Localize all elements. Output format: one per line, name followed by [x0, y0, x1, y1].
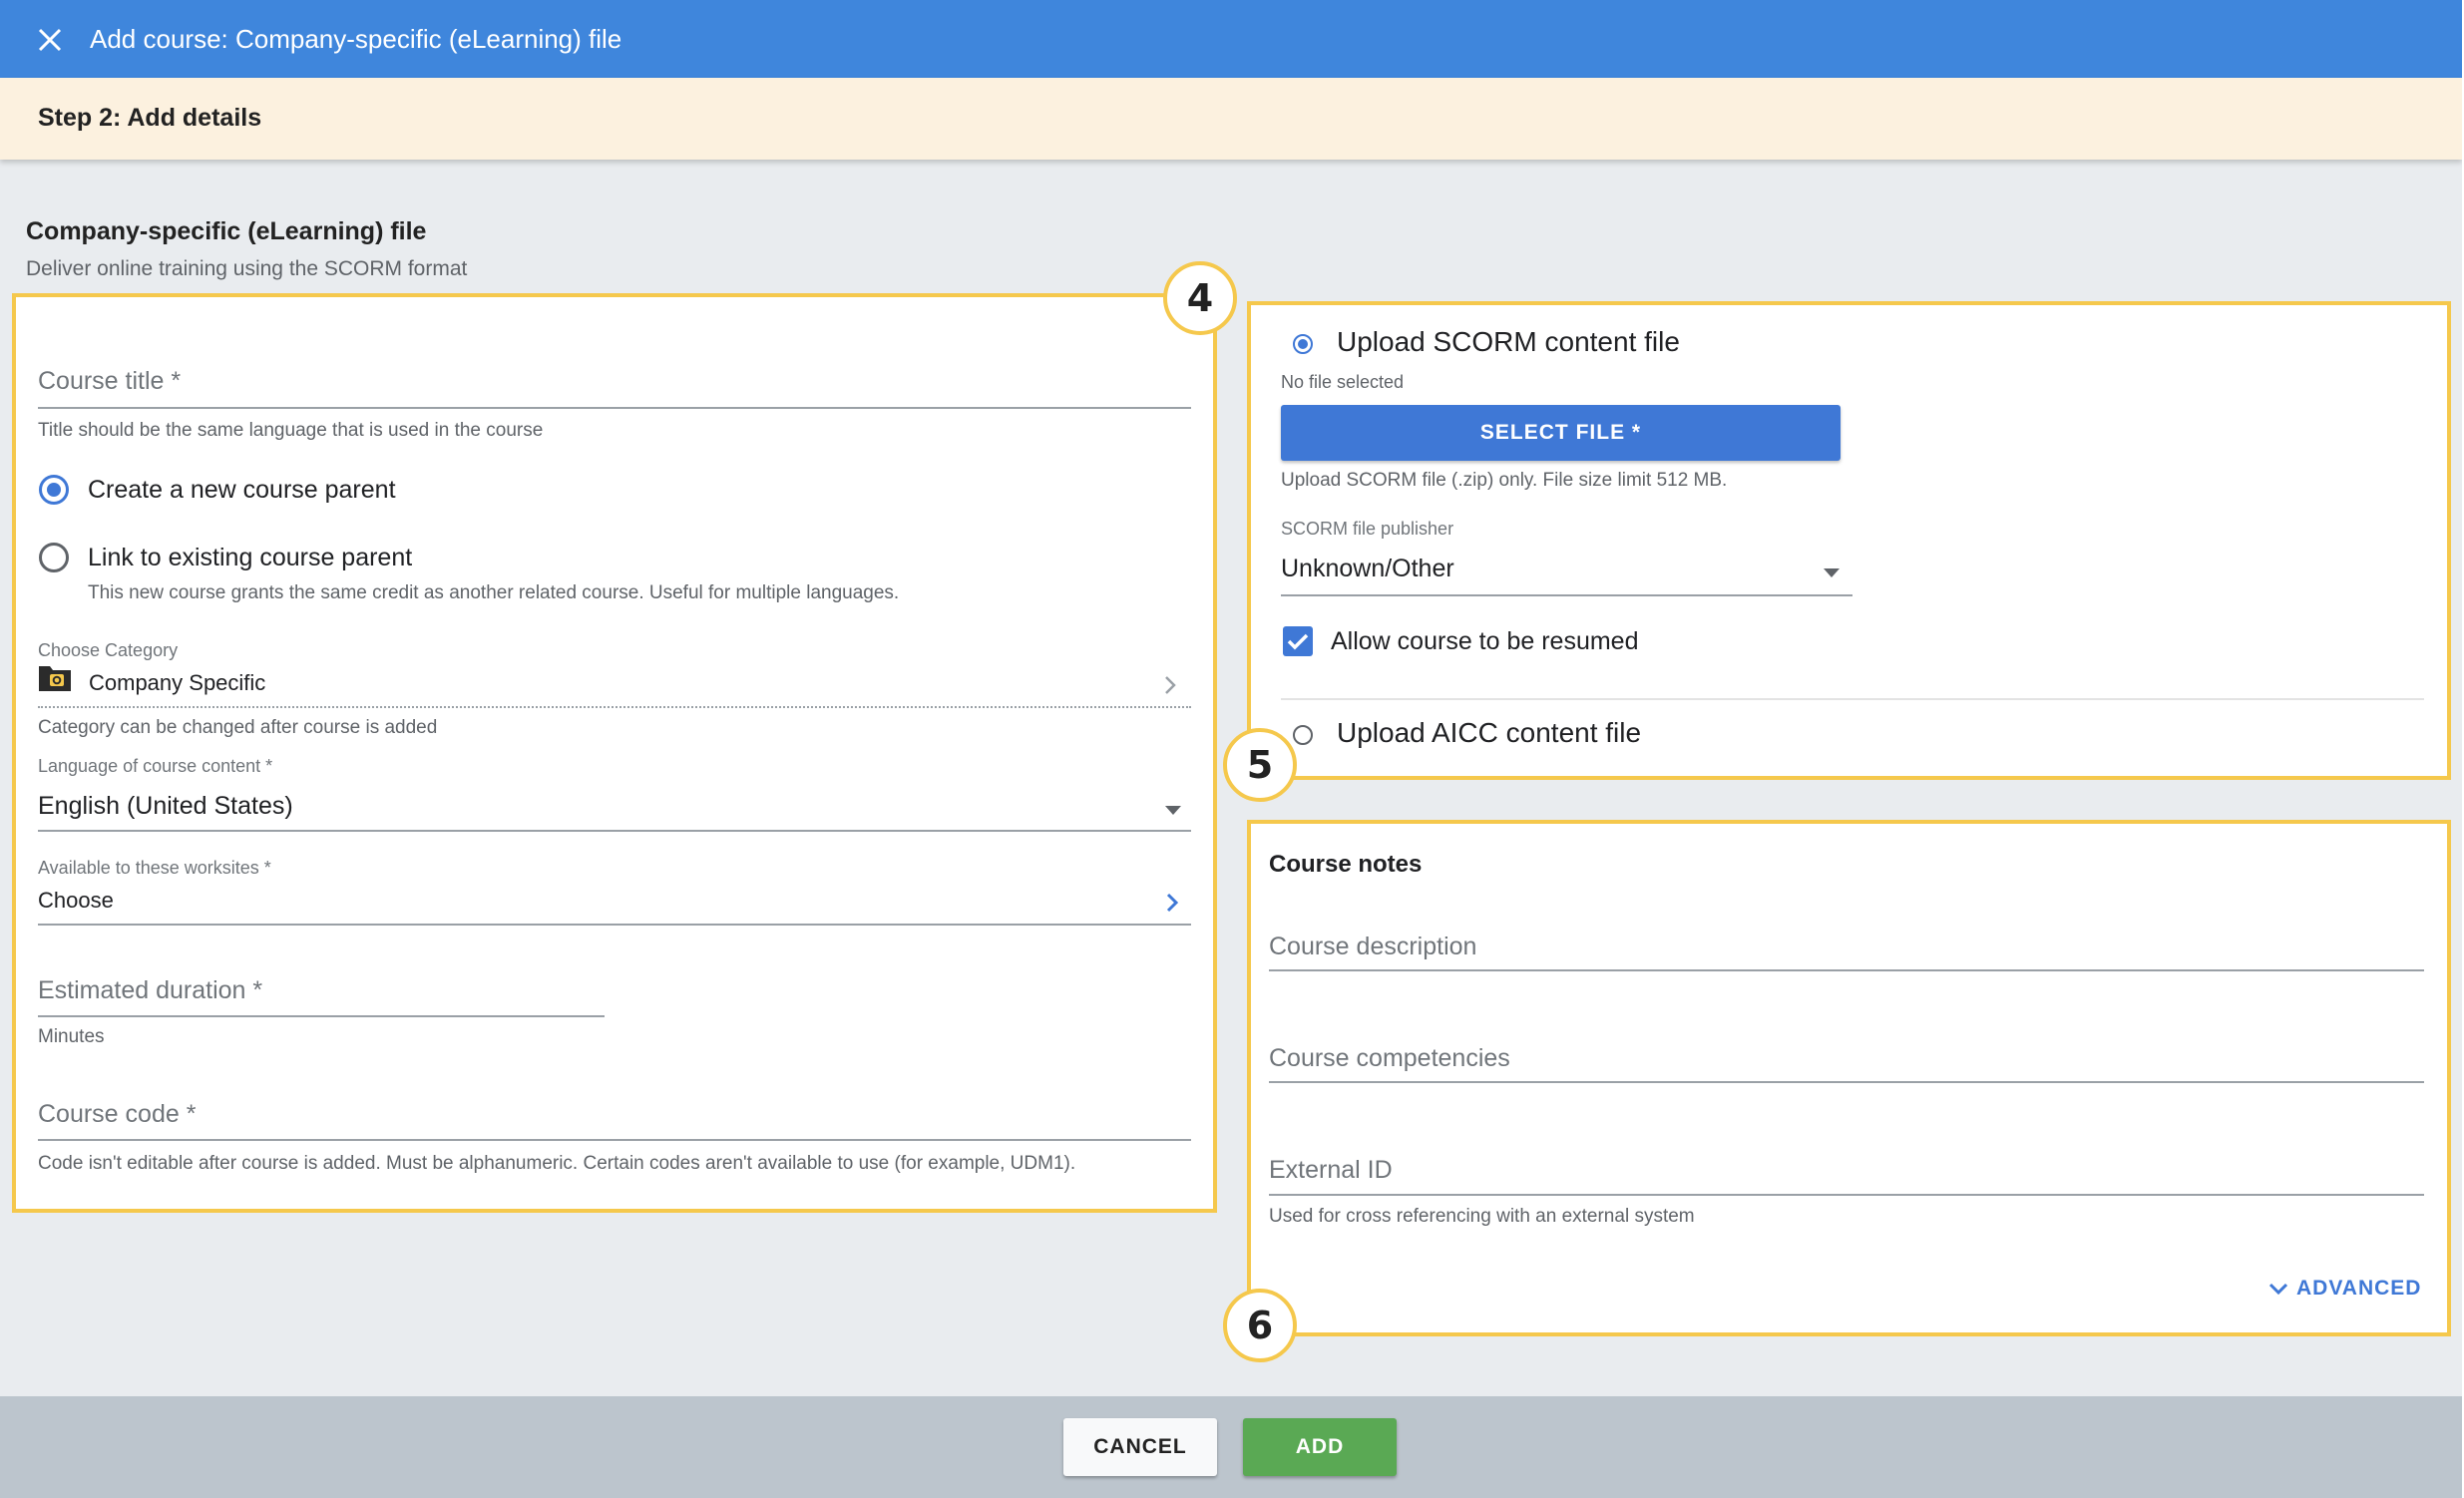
course-notes-card [1247, 820, 2451, 1336]
resume-label: Allow course to be resumed [1331, 627, 1639, 655]
publisher-underline [1281, 594, 1852, 596]
worksites-label: Available to these worksites * [38, 858, 271, 878]
create-parent-label: Create a new course parent [88, 476, 396, 504]
worksites-underline [38, 924, 1191, 926]
description-field[interactable]: Course description [1269, 933, 1476, 961]
resume-checkbox[interactable] [1283, 626, 1313, 656]
category-value[interactable]: Company Specific [89, 670, 265, 696]
course-title-underline [38, 407, 1191, 409]
check-icon [1287, 633, 1309, 650]
course-code-field[interactable]: Course code * [38, 1100, 196, 1129]
course-title-hint: Title should be the same language that i… [38, 420, 544, 441]
link-parent-label: Link to existing course parent [88, 544, 413, 571]
aicc-label: Upload AICC content file [1337, 717, 1642, 748]
dropdown-arrow-icon[interactable] [1165, 803, 1181, 821]
scorm-label: Upload SCORM content file [1337, 326, 1680, 357]
competencies-underline [1269, 1081, 2424, 1083]
upload-card [1247, 301, 2451, 780]
dialog-title: Add course: Company-specific (eLearning)… [90, 24, 622, 54]
callout-badge-6: 6 [1223, 1289, 1297, 1362]
advanced-label: ADVANCED [2296, 1277, 2422, 1300]
duration-underline [38, 1015, 605, 1017]
course-code-underline [38, 1139, 1191, 1141]
create-parent-radio[interactable] [39, 475, 69, 505]
page-subtitle: Deliver online training using the SCORM … [26, 257, 468, 280]
course-code-hint: Code isn't editable after course is adde… [38, 1153, 1076, 1174]
worksites-value[interactable]: Choose [38, 888, 114, 914]
link-parent-hint: This new course grants the same credit a… [88, 582, 900, 603]
chevron-right-icon[interactable] [1163, 674, 1177, 701]
scorm-radio[interactable] [1293, 334, 1313, 354]
close-icon [38, 28, 62, 52]
advanced-toggle[interactable]: ADVANCED [2268, 1277, 2421, 1301]
publisher-label: SCORM file publisher [1281, 519, 1454, 539]
callout-badge-4: 4 [1163, 261, 1237, 335]
external-id-underline [1269, 1194, 2424, 1196]
category-hint: Category can be changed after course is … [38, 717, 438, 738]
category-underline [38, 706, 1191, 708]
page-title: Company-specific (eLearning) file [26, 217, 427, 245]
chevron-right-icon[interactable] [1165, 892, 1179, 919]
folder-icon [38, 662, 72, 692]
external-id-field[interactable]: External ID [1269, 1156, 1393, 1185]
dropdown-arrow-icon[interactable] [1824, 565, 1840, 583]
cancel-button[interactable]: CANCEL [1063, 1418, 1217, 1476]
chevron-down-icon [2268, 1283, 2288, 1296]
language-select[interactable]: English (United States) [38, 792, 293, 821]
file-hint: Upload SCORM file (.zip) only. File size… [1281, 470, 1728, 491]
duration-field[interactable]: Estimated duration * [38, 976, 262, 1005]
notes-title: Course notes [1269, 851, 1423, 878]
close-button[interactable] [30, 20, 70, 60]
select-file-button[interactable]: SELECT FILE * [1281, 405, 1841, 461]
step-bar: Step 2: Add details [0, 78, 2462, 160]
duration-hint: Minutes [38, 1026, 105, 1047]
step-title: Step 2: Add details [38, 104, 262, 132]
course-title-field[interactable]: Course title * [38, 367, 181, 396]
competencies-field[interactable]: Course competencies [1269, 1044, 1510, 1073]
language-underline [38, 830, 1191, 832]
upload-divider [1281, 698, 2424, 700]
add-button[interactable]: ADD [1243, 1418, 1397, 1476]
category-label: Choose Category [38, 640, 179, 660]
aicc-radio[interactable] [1293, 725, 1313, 745]
language-label: Language of course content * [38, 756, 273, 776]
publisher-select[interactable]: Unknown/Other [1281, 555, 1454, 583]
dialog-footer [0, 1396, 2462, 1498]
callout-badge-5: 5 [1223, 728, 1297, 802]
file-status: No file selected [1281, 372, 1405, 392]
external-id-hint: Used for cross referencing with an exter… [1269, 1206, 1695, 1227]
link-parent-radio[interactable] [39, 543, 69, 572]
dialog-header: Add course: Company-specific (eLearning)… [0, 0, 2462, 78]
description-underline [1269, 969, 2424, 971]
